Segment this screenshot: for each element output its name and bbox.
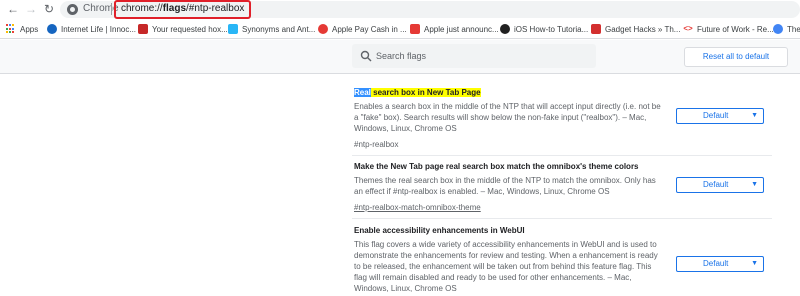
bookmark-label: Your requested hox... — [152, 24, 228, 34]
bookmark-label: Apps — [20, 24, 39, 34]
select-value: Default — [703, 180, 729, 189]
bookmark-label: Apple Pay Cash in ... — [332, 24, 407, 34]
flag-description: Themes the real search box in the middle… — [354, 176, 656, 196]
ios-howto-icon — [500, 24, 510, 34]
flag-title: Make the New Tab page real search box ma… — [354, 162, 639, 171]
flag-description: This flag covers a wide variety of acces… — [354, 240, 658, 293]
search-flags-input[interactable]: Search flags — [352, 44, 596, 68]
bookmark-item[interactable]: Gadget Hacks » Th... — [591, 22, 680, 36]
thesaurus-icon — [228, 24, 238, 34]
gadget-hacks-icon — [591, 24, 601, 34]
bookmark-label: Internet Life | Innoc... — [61, 24, 137, 34]
browser-toolbar: ← → ↻ Chrome chrome://flags/#ntp-realbox — [0, 0, 800, 19]
back-arrow-icon[interactable]: ← — [6, 2, 20, 16]
flag-state-select[interactable]: Default ▼ — [676, 108, 764, 124]
forward-arrow-icon[interactable]: → — [24, 2, 38, 16]
bookmark-label: Gadget Hacks » Th... — [605, 24, 681, 34]
flag-item: Enable accessibility enhancements in Web… — [354, 226, 666, 294]
chevron-down-icon: ▼ — [751, 260, 758, 267]
bookmark-label: iOS How-to Tutoria... — [514, 24, 589, 34]
flag-description: Enables a search box in the middle of th… — [354, 102, 661, 133]
bookmark-item[interactable]: Apple just announc... — [410, 22, 499, 36]
flag-state-select[interactable]: Default ▼ — [676, 177, 764, 193]
internet-life-icon — [47, 24, 57, 34]
flag-title: Real search box in New Tab Page — [354, 88, 666, 98]
apple-pay-icon — [318, 24, 328, 34]
flag-item: Make the New Tab page real search box ma… — [354, 162, 666, 215]
divider — [352, 155, 772, 156]
apple-news-icon — [410, 24, 420, 34]
bookmark-apps[interactable]: Apps — [6, 22, 38, 36]
reset-all-button[interactable]: Reset all to default — [684, 47, 788, 67]
bookmark-item[interactable]: Apple Pay Cash in ... — [318, 22, 407, 36]
bookmark-item[interactable]: Internet Life | Innoc... — [47, 22, 136, 36]
flags-header: Search flags Reset all to default — [0, 40, 800, 74]
bookmark-label: Future of Work - Re... — [697, 24, 774, 34]
bookmark-item[interactable]: Synonyms and Ant... — [228, 22, 315, 36]
bookmark-label: Synonyms and Ant... — [242, 24, 316, 34]
flag-state-select[interactable]: Default ▼ — [676, 256, 764, 272]
apps-grid-icon — [6, 24, 16, 34]
code-icon: <> — [683, 24, 693, 33]
reload-icon[interactable]: ↻ — [42, 2, 56, 16]
search-placeholder: Search flags — [376, 51, 427, 61]
bookmarks-bar: Apps Internet Life | Innoc... Your reque… — [0, 19, 800, 39]
chrome-site-icon — [67, 4, 78, 15]
article-icon — [138, 24, 148, 34]
bookmark-label: The — [787, 24, 800, 34]
bookmark-item[interactable]: Your requested hox... — [138, 22, 228, 36]
search-icon — [360, 50, 372, 62]
url-highlight-annotation — [114, 0, 251, 19]
flag-anchor-link[interactable]: #ntp-realbox-match-omnibox-theme — [354, 203, 481, 213]
select-value: Default — [703, 259, 729, 268]
flags-page: Search flags Reset all to default Real s… — [0, 40, 800, 296]
bookmark-item[interactable]: <> Future of Work - Re... — [683, 22, 774, 36]
flag-title: Enable accessibility enhancements in Web… — [354, 226, 525, 235]
bookmark-label: Apple just announc... — [424, 24, 499, 34]
google-icon — [773, 24, 783, 34]
chevron-down-icon: ▼ — [751, 181, 758, 188]
flag-item: Real search box in New Tab Page Enables … — [354, 88, 666, 152]
divider — [352, 218, 772, 219]
url-divider — [111, 3, 112, 15]
select-value: Default — [703, 111, 729, 120]
flag-anchor-link[interactable]: #ntp-realbox — [354, 140, 398, 150]
bookmark-item[interactable]: The — [773, 22, 800, 36]
flag-title-selected: Real — [354, 88, 371, 97]
flag-title-highlight: search box in New Tab Page — [370, 88, 481, 97]
chevron-down-icon: ▼ — [751, 112, 758, 119]
bookmark-item[interactable]: iOS How-to Tutoria... — [500, 22, 588, 36]
